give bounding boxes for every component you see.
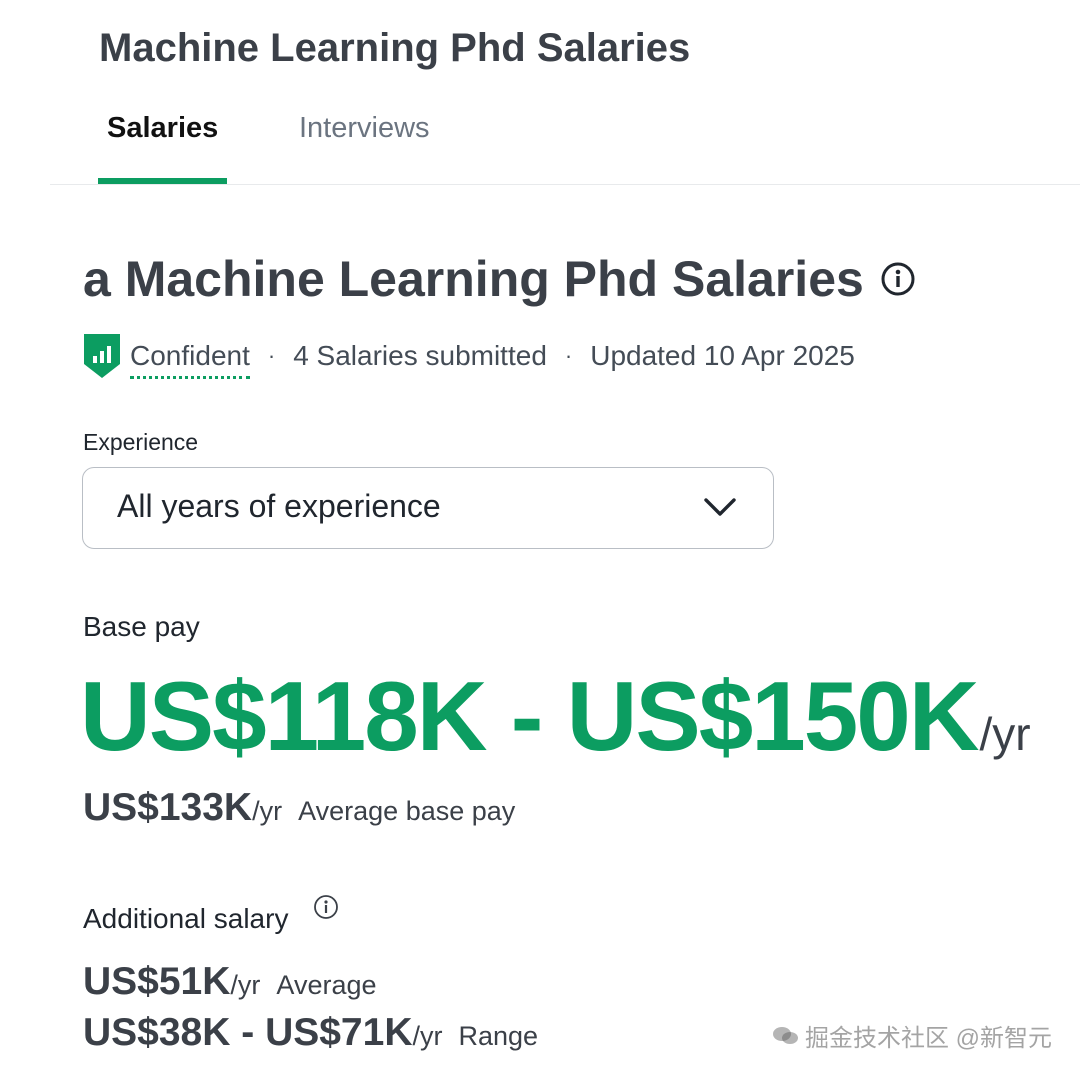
updated-date: Updated 10 Apr 2025: [590, 340, 855, 371]
additional-average-amount: US$51K: [83, 960, 231, 1003]
base-pay-range: US$118K - US$150K/yr: [80, 660, 1031, 773]
separator-dot: ·: [267, 343, 276, 368]
separator-dot: ·: [564, 343, 573, 368]
tab-interviews[interactable]: Interviews: [299, 112, 430, 145]
section-heading-text: a Machine Learning Phd Salaries: [83, 251, 864, 307]
average-base-pay-unit: /yr: [252, 796, 283, 826]
chevron-down-icon: [704, 498, 736, 516]
additional-average-label: Average: [276, 970, 377, 1000]
average-base-pay: US$133K/yr Average base pay: [83, 786, 515, 830]
additional-range-amount: US$38K - US$71K: [83, 1011, 413, 1054]
shield-chart-icon: [84, 334, 120, 378]
page-title: Machine Learning Phd Salaries: [99, 26, 691, 70]
additional-average-unit: /yr: [230, 970, 261, 1000]
base-pay-label: Base pay: [83, 611, 200, 642]
tab-salaries[interactable]: Salaries: [107, 112, 218, 145]
average-base-pay-amount: US$133K: [83, 786, 253, 829]
watermark-text: 掘金技术社区 @新智元: [804, 1025, 1052, 1052]
additional-range-label: Range: [458, 1021, 539, 1051]
salaries-submitted-count: 4 Salaries submitted: [293, 340, 547, 371]
base-pay-range-amount: US$118K - US$150K: [80, 661, 980, 771]
experience-selected-value: All years of experience: [117, 488, 441, 524]
additional-salary-range: US$38K - US$71K/yr Range: [83, 1011, 538, 1055]
info-icon[interactable]: [313, 894, 339, 920]
salary-section-heading: a Machine Learning Phd Salaries: [83, 250, 916, 308]
base-pay-range-unit: /yr: [979, 708, 1031, 760]
watermark: 掘金技术社区 @新智元: [771, 1018, 1052, 1053]
experience-label: Experience: [83, 429, 199, 455]
experience-dropdown[interactable]: All years of experience: [82, 467, 774, 549]
additional-range-unit: /yr: [412, 1021, 443, 1051]
average-base-pay-label: Average base pay: [298, 796, 516, 826]
additional-salary-label: Additional salary: [83, 903, 289, 934]
info-icon[interactable]: [880, 261, 916, 297]
tab-bar: Salaries Interviews: [0, 100, 1080, 186]
salary-meta-row: Confident · 4 Salaries submitted · Updat…: [82, 330, 855, 382]
chat-bubble-icon: [772, 1026, 798, 1044]
tab-divider: [50, 184, 1080, 185]
additional-salary-average: US$51K/yr Average: [83, 960, 377, 1004]
confidence-label[interactable]: Confident: [130, 340, 250, 379]
